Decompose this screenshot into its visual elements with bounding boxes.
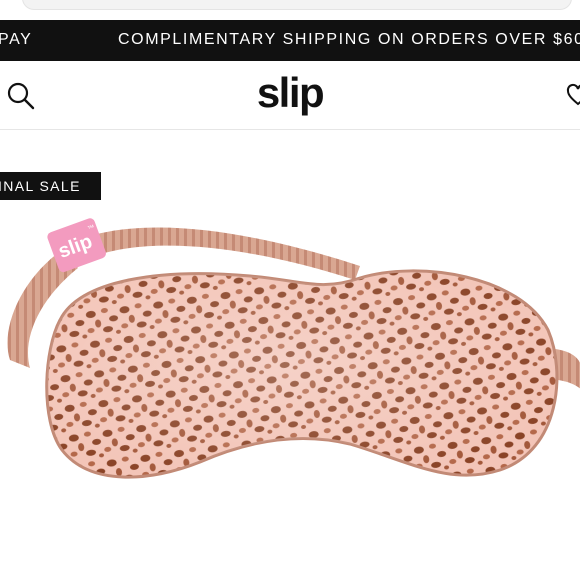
site-header: slip [0,61,580,130]
promo-banner: PAY COMPLIMENTARY SHIPPING ON ORDERS OVE… [0,20,580,61]
promo-left-fragment: PAY [0,31,33,48]
final-sale-badge: FINAL SALE [0,172,101,200]
browser-top-strip [0,0,580,20]
heart-icon[interactable] [566,83,580,107]
site-logo[interactable]: slip [0,69,580,117]
final-sale-badge-text: FINAL SALE [0,178,81,194]
promo-message[interactable]: COMPLIMENTARY SHIPPING ON ORDERS OVER $6… [118,31,580,49]
address-bar[interactable] [22,0,572,10]
product-image[interactable]: slip ™ [0,200,580,500]
